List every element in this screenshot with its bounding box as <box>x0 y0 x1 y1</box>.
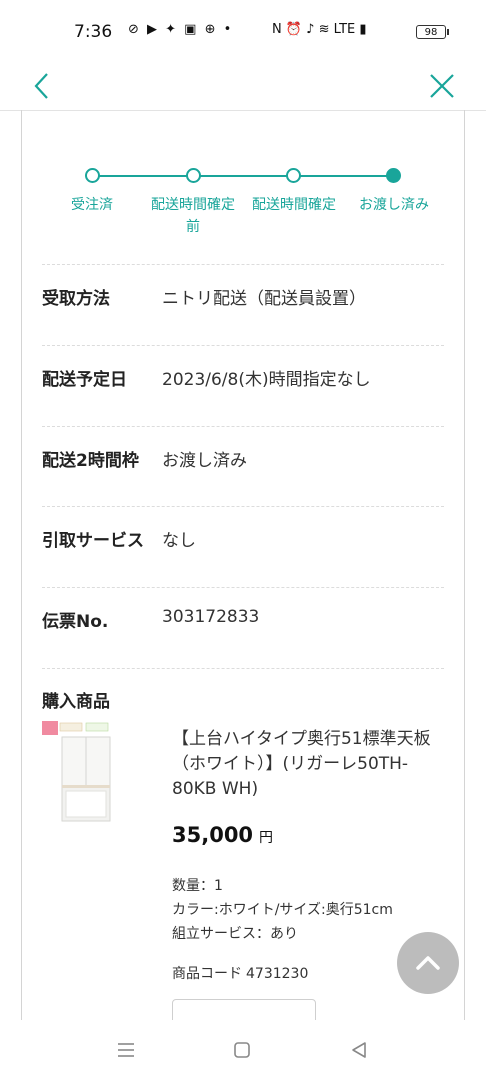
system-menu-button[interactable] <box>112 1036 140 1064</box>
top-nav <box>0 62 486 111</box>
detail-value: なし <box>162 531 196 551</box>
close-button[interactable] <box>422 66 462 106</box>
product-code: 商品コード 4731230 <box>172 963 308 983</box>
chevron-up-icon <box>416 956 440 970</box>
system-status-icons: N ⏰ ♪ ≋ LTE ▮ <box>272 22 367 37</box>
step-label-before-confirm: 配送時間確定前 <box>151 197 235 235</box>
product-price: 35,000 円 <box>172 823 273 847</box>
product-code-label: 商品コード <box>172 966 242 982</box>
notification-icons: ⊘ ▶ ✦ ▣ ⊕ • <box>128 22 234 37</box>
detail-value: 303172833 <box>162 607 260 627</box>
order-detail-card: 受注済 配送時間確定前 配送時間確定 お渡し済み 受取方法 ニトリ配送（配送員設… <box>21 110 465 1020</box>
price-currency: 円 <box>259 830 274 846</box>
status-time: 7:36 <box>74 22 113 42</box>
step-dot-confirmed <box>286 168 301 183</box>
product-image[interactable] <box>42 721 130 829</box>
product-code-value: 4731230 <box>246 966 309 982</box>
close-icon <box>430 74 454 98</box>
product-name[interactable]: 【上台ハイタイプ奥行51標準天板（ホワイト）】(リガーレ50TH-80KB WH… <box>172 727 444 802</box>
price-amount: 35,000 <box>172 823 254 847</box>
purchased-products: 購入商品 【上台ハイタイプ奥行51標準天板（ホワイト）】(リガーレ50TH-80… <box>42 668 444 1020</box>
step-dot-before-confirm <box>186 168 201 183</box>
detail-value: ニトリ配送（配送員設置） <box>162 289 366 309</box>
home-icon <box>234 1042 250 1058</box>
back-button[interactable] <box>24 66 64 106</box>
product-quantity: 数量：1 <box>172 878 223 894</box>
delivery-progress-stepper: 受注済 配送時間確定前 配送時間確定 お渡し済み <box>22 110 464 260</box>
system-back-button[interactable] <box>345 1036 373 1064</box>
detail-value: 2023/6/8(木)時間指定なし <box>162 370 371 390</box>
product-attributes: カラー:ホワイト/サイズ:奥行51cm <box>172 902 393 918</box>
menu-icon <box>118 1043 134 1057</box>
system-home-button[interactable] <box>228 1036 256 1064</box>
back-triangle-icon <box>352 1042 366 1058</box>
battery-icon: 98 <box>416 25 449 39</box>
status-bar: 7:36 ⊘ ▶ ✦ ▣ ⊕ • N ⏰ ♪ ≋ LTE ▮ 98 <box>0 0 486 62</box>
stepper-line <box>94 175 394 177</box>
chevron-left-icon <box>34 73 48 99</box>
detail-label: 受取方法 <box>42 289 110 309</box>
detail-row-pickup-service: 引取サービス なし <box>42 506 444 587</box>
step-dot-delivered <box>386 168 401 183</box>
products-title: 購入商品 <box>42 692 110 712</box>
detail-label: 配送予定日 <box>42 370 127 390</box>
system-nav-bar <box>0 1020 486 1080</box>
step-label-delivered: お渡し済み <box>359 197 429 213</box>
detail-label: 引取サービス <box>42 531 144 551</box>
cabinet-image <box>42 721 111 822</box>
scroll-to-top-button[interactable] <box>397 932 459 994</box>
detail-row-delivery-date: 配送予定日 2023/6/8(木)時間指定なし <box>42 345 444 426</box>
detail-row-time-slot: 配送2時間枠 お渡し済み <box>42 426 444 507</box>
product-action-button[interactable] <box>172 999 316 1020</box>
detail-row-receive-method: 受取方法 ニトリ配送（配送員設置） <box>42 264 444 345</box>
detail-label: 配送2時間枠 <box>42 451 139 471</box>
detail-label: 伝票No. <box>42 612 109 632</box>
product-assembly: 組立サービス：あり <box>172 926 298 942</box>
step-label-ordered: 受注済 <box>71 197 113 213</box>
detail-row-slip-number: 伝票No. 303172833 <box>42 587 444 668</box>
step-label-confirmed: 配送時間確定 <box>252 197 336 213</box>
detail-value: お渡し済み <box>162 451 247 471</box>
step-dot-ordered <box>85 168 100 183</box>
